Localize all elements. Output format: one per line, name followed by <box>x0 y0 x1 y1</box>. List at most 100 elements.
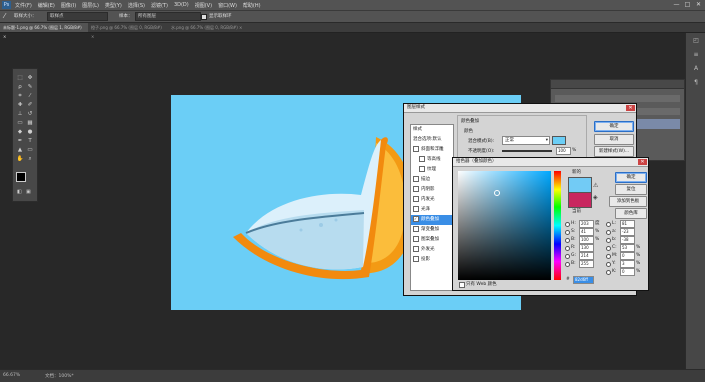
menu-3d[interactable]: 3D(D) <box>174 2 189 8</box>
menu-window[interactable]: 窗口(W) <box>218 2 237 9</box>
style-item-checkbox[interactable]: ✓ <box>413 215 419 222</box>
brush-icon[interactable]: ✐ <box>25 101 35 110</box>
style-item-checkbox[interactable] <box>413 195 419 202</box>
color-field-input[interactable]: -38 <box>620 236 635 244</box>
color-mode-radio[interactable] <box>565 238 570 243</box>
color-mode-radio[interactable] <box>565 262 570 267</box>
add-to-swatches-button[interactable]: 添加到色板 <box>609 196 647 207</box>
style-item[interactable]: 光泽 <box>411 205 453 215</box>
color-field-input[interactable]: 130 <box>579 244 594 252</box>
color-mode-radio[interactable] <box>606 270 611 275</box>
pen-icon[interactable]: ✒ <box>15 137 25 146</box>
sample-dropdown[interactable]: 所有图层 <box>135 12 201 21</box>
quick-select-icon[interactable]: ✎ <box>25 83 35 92</box>
layer-style-close-button[interactable]: ✕ <box>626 105 635 111</box>
menu-edit[interactable]: 编辑(E) <box>38 2 55 9</box>
current-color-swatch[interactable] <box>568 192 592 208</box>
paragraph-panel-icon[interactable]: ¶ <box>691 79 701 87</box>
style-item-checkbox[interactable] <box>419 165 425 172</box>
style-item-checkbox[interactable] <box>413 225 419 232</box>
style-item-checkbox[interactable] <box>419 155 425 162</box>
blend-mode-dropdown[interactable]: 正常 ▾ <box>502 136 550 145</box>
color-mode-radio[interactable] <box>606 222 611 227</box>
style-item[interactable]: ✓ 颜色叠加 <box>411 215 453 225</box>
style-item[interactable]: 内阴影 <box>411 185 453 195</box>
color-mode-radio[interactable] <box>606 230 611 235</box>
style-item[interactable]: 斜面和浮雕 <box>411 145 453 155</box>
color-field-input[interactable]: 3 <box>620 260 635 268</box>
style-item-checkbox[interactable] <box>413 245 419 252</box>
style-item-checkbox[interactable] <box>413 255 419 262</box>
color-mode-radio[interactable] <box>565 246 570 251</box>
picker-reset-button[interactable]: 复位 <box>615 184 647 195</box>
crop-icon[interactable]: ⌗ <box>15 92 25 101</box>
properties-panel-icon[interactable]: ≡ <box>691 51 701 59</box>
close-button[interactable]: ✕ <box>695 1 702 8</box>
maximize-button[interactable]: □ <box>684 1 691 8</box>
color-field-input[interactable]: 255 <box>579 260 594 268</box>
color-field-input[interactable]: -23 <box>620 228 635 236</box>
style-item[interactable]: 内发光 <box>411 195 453 205</box>
web-safe-icon[interactable]: ◈ <box>593 194 598 201</box>
gamut-warning-icon[interactable]: ⚠ <box>593 182 598 189</box>
history-panel-icon[interactable]: ◰ <box>691 37 701 45</box>
color-mode-radio[interactable] <box>606 262 611 267</box>
color-field-input[interactable]: 0 <box>620 252 635 260</box>
color-mode-radio[interactable] <box>606 254 611 259</box>
hue-slider[interactable] <box>554 171 561 280</box>
menu-filter[interactable]: 滤镜(T) <box>151 2 168 9</box>
character-panel-icon[interactable]: A <box>691 65 701 73</box>
color-field[interactable] <box>458 171 551 280</box>
style-item-checkbox[interactable] <box>413 205 419 212</box>
eyedropper-tool-icon[interactable]: ⁄ <box>25 92 35 101</box>
hand-icon[interactable]: ✋ <box>15 155 25 164</box>
menu-select[interactable]: 选择(S) <box>128 2 145 9</box>
show-ring-checkbox[interactable] <box>201 14 207 20</box>
style-item[interactable]: 等高线 <box>411 155 453 165</box>
menu-layer[interactable]: 图层(L) <box>82 2 99 9</box>
quick-mask-icon[interactable]: ◧ <box>17 189 22 195</box>
style-item[interactable]: 渐变叠加 <box>411 225 453 235</box>
style-item[interactable]: 外发光 <box>411 245 453 255</box>
move-icon[interactable]: ✥ <box>25 74 35 83</box>
history-brush-icon[interactable]: ↺ <box>25 110 35 119</box>
style-item-checkbox[interactable] <box>413 145 419 152</box>
style-item[interactable]: 纹理 <box>411 165 453 175</box>
cancel-button[interactable]: 取消 <box>594 134 634 145</box>
blur-icon[interactable]: ◆ <box>15 128 25 137</box>
picker-ok-button[interactable]: 确定 <box>615 172 647 183</box>
screen-mode-icon[interactable]: ▣ <box>26 189 31 195</box>
gradient-icon[interactable]: ▦ <box>25 119 35 128</box>
dodge-icon[interactable]: ● <box>25 128 35 137</box>
color-mode-radio[interactable] <box>606 246 611 251</box>
menu-help[interactable]: 帮助(H) <box>243 2 261 9</box>
minimize-button[interactable]: — <box>673 1 680 8</box>
opacity-input[interactable]: 100 <box>556 147 571 155</box>
color-field-input[interactable]: 81 <box>620 220 635 228</box>
zoom-level[interactable]: 66.67% <box>3 373 20 378</box>
menu-view[interactable]: 视图(V) <box>195 2 212 9</box>
type-icon[interactable]: T <box>25 137 35 146</box>
blend-options-item[interactable]: 混合选项:默认 <box>411 135 453 145</box>
eraser-icon[interactable]: ▭ <box>15 119 25 128</box>
style-item[interactable]: 投影 <box>411 255 453 265</box>
style-item-checkbox[interactable] <box>413 185 419 192</box>
style-item[interactable]: 图案叠加 <box>411 235 453 245</box>
new-style-button[interactable]: 新建样式(W)... <box>594 146 634 157</box>
tab-document-2[interactable]: 橙子.png @ 66.7% (图层 0, RGB/8#) × <box>88 23 168 39</box>
color-field-input[interactable]: 41 <box>579 228 594 236</box>
marquee-icon[interactable]: ⬚ <box>15 74 25 83</box>
overlay-color-swatch[interactable] <box>552 136 566 145</box>
path-select-icon[interactable]: ▲ <box>15 146 25 155</box>
color-mode-radio[interactable] <box>565 222 570 227</box>
style-item-checkbox[interactable] <box>413 235 419 242</box>
style-item[interactable]: 描边 <box>411 175 453 185</box>
sample-size-dropdown[interactable]: 取样点 <box>47 12 108 21</box>
color-field-input[interactable]: 100 <box>579 236 594 244</box>
hex-input[interactable]: 82d6ff <box>573 276 594 284</box>
color-mode-radio[interactable] <box>565 254 570 259</box>
menu-file[interactable]: 文件(F) <box>15 2 32 9</box>
color-field-input[interactable]: 53 <box>620 244 635 252</box>
clone-stamp-icon[interactable]: ⊥ <box>15 110 25 119</box>
ok-button[interactable]: 确定 <box>594 121 634 132</box>
